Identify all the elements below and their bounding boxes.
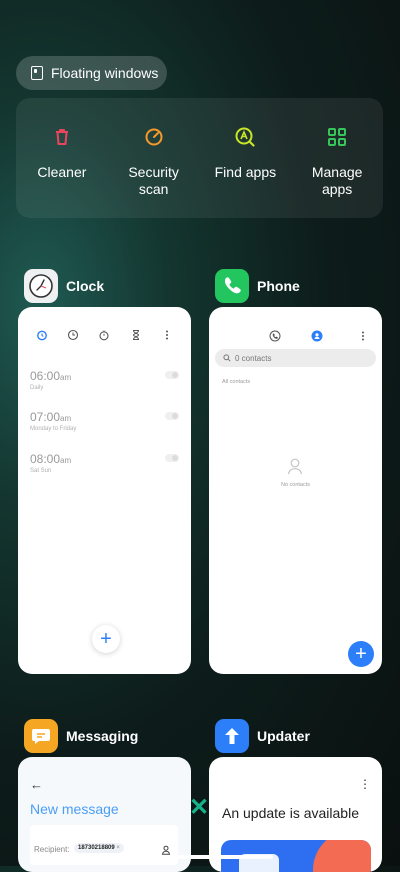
close-all-button[interactable]: ✕ — [189, 796, 209, 820]
security-scan-icon — [141, 124, 167, 150]
updater-app-name: Updater — [257, 728, 310, 744]
floating-windows-label: Floating windows — [51, 65, 159, 81]
quick-tools-panel: Cleaner Security scan Find apps Manage a… — [16, 98, 383, 218]
world-clock-tab-icon[interactable] — [67, 329, 79, 341]
alarm-ampm: am — [60, 373, 72, 382]
timer-tab-icon[interactable] — [130, 329, 142, 341]
add-alarm-button[interactable]: + — [92, 625, 120, 653]
alarm-time: 06:00 — [30, 369, 61, 383]
clock-app-name: Clock — [66, 278, 105, 294]
alarm-item[interactable]: 06:00am Daily — [30, 369, 179, 391]
recipient-chip[interactable]: 18730218809 × — [74, 843, 124, 853]
messaging-app-header[interactable]: Messaging — [24, 719, 138, 753]
alarm-tab-icon[interactable] — [36, 329, 48, 341]
clock-app-icon — [24, 269, 58, 303]
clock-app-card[interactable]: 06:00am Daily 07:00am Monday to Friday 0… — [18, 307, 191, 674]
add-contact-button[interactable]: + — [348, 641, 374, 667]
updater-app-icon — [215, 719, 249, 753]
contacts-tab-icon[interactable] — [311, 329, 323, 347]
tool-manage-apps[interactable]: Manage apps — [291, 98, 383, 218]
alarm-time: 08:00 — [30, 452, 61, 466]
more-menu-icon[interactable]: ⋮ — [359, 777, 371, 791]
contacts-search-input[interactable]: 0 contacts — [215, 349, 376, 367]
search-icon — [223, 354, 231, 362]
alarm-ampm: am — [60, 414, 72, 423]
alarm-repeat: Daily — [30, 385, 44, 391]
messaging-app-icon — [24, 719, 58, 753]
alarm-repeat: Monday to Friday — [30, 426, 77, 432]
manage-apps-icon — [324, 124, 350, 150]
phone-app-name: Phone — [257, 278, 300, 294]
alarm-toggle[interactable] — [165, 412, 179, 420]
phone-app-card[interactable]: 0 contacts All contacts No contacts + — [209, 307, 382, 674]
tool-security-scan[interactable]: Security scan — [108, 98, 200, 218]
phone-app-icon — [215, 269, 249, 303]
alarm-repeat: Sat Sun — [30, 468, 52, 474]
alarm-item[interactable]: 08:00am Sat Sun — [30, 452, 179, 474]
floating-window-icon — [31, 66, 43, 80]
recents-tab-icon[interactable] — [269, 329, 281, 347]
new-message-title: New message — [30, 801, 119, 817]
recipient-number: 18730218809 — [78, 845, 115, 851]
recipient-field[interactable]: Recipient: 18730218809 × — [30, 825, 178, 865]
back-arrow-icon[interactable]: ← — [30, 777, 43, 792]
tool-label: Security scan — [128, 164, 179, 197]
clock-app-header[interactable]: Clock — [24, 269, 104, 303]
alarm-item[interactable]: 07:00am Monday to Friday — [30, 410, 179, 432]
tool-cleaner[interactable]: Cleaner — [16, 98, 108, 218]
stopwatch-tab-icon[interactable] — [98, 329, 110, 341]
clock-tabs — [18, 329, 191, 341]
empty-contacts-text: No contacts — [280, 482, 311, 488]
phone-app-header[interactable]: Phone — [215, 269, 300, 303]
update-available-text: An update is available — [222, 805, 359, 821]
home-indicator[interactable] — [127, 855, 273, 859]
alarm-time: 07:00 — [30, 410, 61, 424]
tool-label: Cleaner — [37, 164, 87, 180]
tool-find-apps[interactable]: Find apps — [200, 98, 292, 218]
tool-label: Manage apps — [311, 164, 363, 197]
messaging-app-name: Messaging — [66, 728, 139, 744]
trash-icon — [49, 124, 75, 150]
remove-recipient-icon[interactable]: × — [116, 845, 120, 851]
contacts-count: 0 contacts — [235, 353, 272, 363]
more-menu-icon[interactable] — [161, 329, 173, 341]
floating-windows-button[interactable]: Floating windows — [16, 56, 167, 90]
find-apps-icon — [232, 124, 258, 150]
alarm-ampm: am — [60, 456, 72, 465]
alarm-toggle[interactable] — [165, 454, 179, 462]
recipient-label: Recipient: — [34, 845, 70, 854]
empty-contact-icon — [286, 457, 304, 480]
updater-app-header[interactable]: Updater — [215, 719, 310, 753]
tool-label: Find apps — [214, 164, 277, 180]
alarm-toggle[interactable] — [165, 371, 179, 379]
more-menu-icon[interactable] — [357, 329, 369, 347]
contacts-section-label: All contacts — [222, 379, 251, 385]
